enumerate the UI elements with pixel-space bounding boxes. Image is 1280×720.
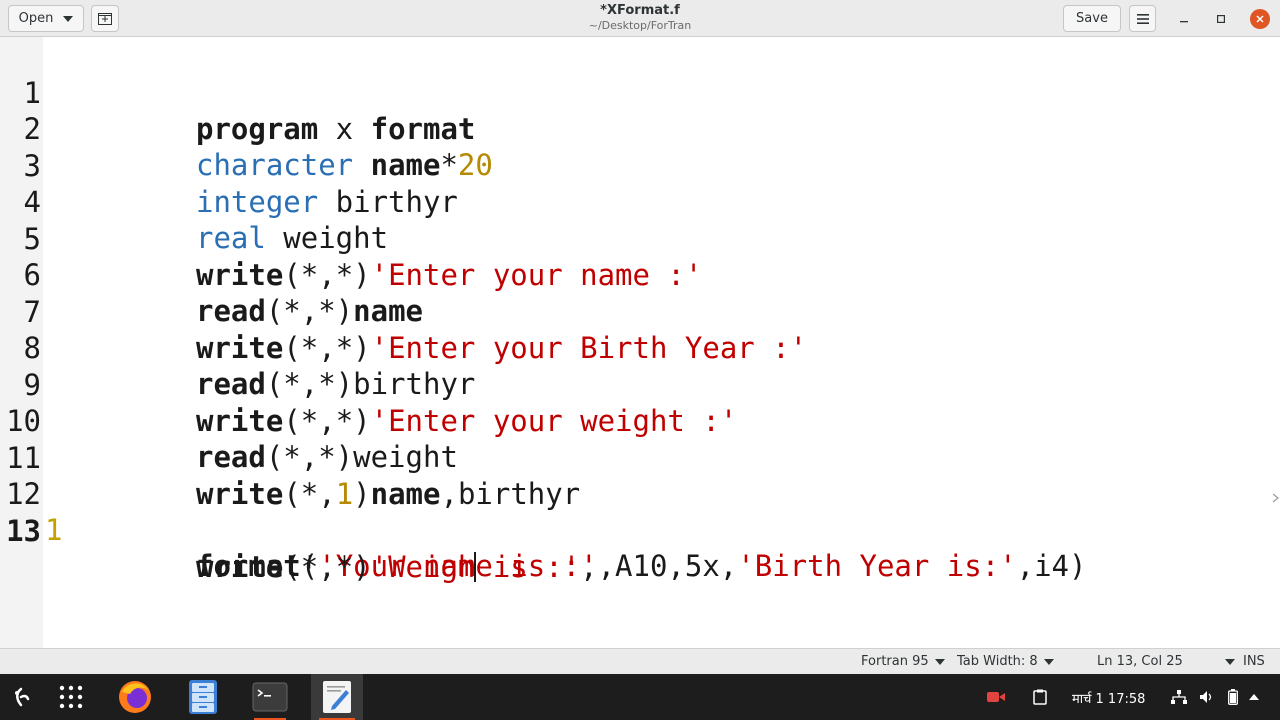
code-line: 1 program x format <box>0 39 1280 146</box>
insert-mode-indicator: INS <box>1243 654 1265 669</box>
code-line: 8 read(*,*)birthyr <box>0 294 1280 401</box>
clipboard-indicator[interactable] <box>1028 674 1052 720</box>
language-label: Fortran 95 <box>861 654 929 669</box>
network-icon <box>1171 690 1187 704</box>
speaker-icon <box>1200 691 1212 703</box>
open-button[interactable]: Open <box>8 5 84 32</box>
screen-recording-indicator[interactable] <box>984 674 1008 720</box>
terminal-launcher[interactable] <box>246 674 294 720</box>
code-line: 9 write(*,*)'Enter your weight :' <box>0 331 1280 438</box>
volume-indicator[interactable] <box>1196 674 1218 720</box>
window-title: *XFormat.f <box>600 3 680 18</box>
open-label: Open <box>18 11 54 26</box>
window-title-area: *XFormat.f ~/Desktop/ForTran <box>440 3 840 32</box>
cursor-position-label: Ln 13, Col 25 <box>1097 654 1183 669</box>
show-applications-button[interactable] <box>52 674 90 720</box>
video-camera-icon <box>987 692 1005 702</box>
code-line: 3 integer birthyr <box>0 112 1280 219</box>
minimize-button[interactable] <box>1174 9 1194 29</box>
files-launcher[interactable] <box>180 674 226 720</box>
network-indicator[interactable] <box>1168 674 1190 720</box>
maximize-icon <box>1217 15 1225 23</box>
clock[interactable]: मार्च 1 17:58 <box>1072 689 1145 707</box>
app-grid-icon <box>59 685 83 709</box>
code-line: 5 write(*,*)'Enter your name :' <box>0 185 1280 292</box>
code-line-current: 13 write(*,*)'Weigh is :', <box>0 477 1280 584</box>
text-editor-icon <box>323 681 351 713</box>
terminal-icon <box>252 682 288 712</box>
header-bar: Open *XFormat.f ~/Desktop/ForTran Save <box>0 0 1280 37</box>
maximize-button[interactable] <box>1211 9 1231 29</box>
activities-icon <box>15 687 30 707</box>
chevron-up-icon <box>1249 694 1259 700</box>
code-line: 4 real weight <box>0 148 1280 255</box>
cursor-position-selector[interactable]: Ln 13, Col 25 <box>1097 654 1235 669</box>
new-document-button[interactable] <box>91 5 119 32</box>
text-editor-launcher[interactable] <box>311 674 363 720</box>
insert-mode-label: INS <box>1243 654 1265 669</box>
activities-button[interactable] <box>6 674 36 720</box>
firefox-icon <box>119 681 151 713</box>
clipboard-icon <box>1033 689 1047 705</box>
new-tab-icon <box>98 12 112 25</box>
close-window-button[interactable] <box>1250 9 1270 29</box>
firefox-launcher[interactable] <box>112 674 158 720</box>
line-text: write(*,*)'Weigh is :', <box>196 550 598 584</box>
code-line: 10 read(*,*)weight <box>0 367 1280 474</box>
taskbar: मार्च 1 17:58 <box>0 674 1280 720</box>
code-editor[interactable]: 1 program x format 2 character name*20 3… <box>0 37 1280 648</box>
overflow-indicator-icon <box>1272 493 1279 503</box>
files-cabinet-icon <box>189 680 217 714</box>
chevron-down-icon <box>1224 658 1235 665</box>
code-line: 12 1 format('Your name is :',A10,5x,'Bir… <box>0 440 1280 583</box>
chevron-down-icon <box>1043 658 1054 665</box>
close-icon <box>1256 15 1264 23</box>
window-subtitle: ~/Desktop/ForTran <box>588 19 692 32</box>
tab-width-selector[interactable]: Tab Width: 8 <box>957 654 1054 669</box>
battery-indicator[interactable] <box>1222 674 1244 720</box>
hamburger-menu-button[interactable] <box>1129 5 1156 32</box>
save-button[interactable]: Save <box>1063 5 1121 32</box>
chevron-down-icon <box>63 15 74 22</box>
battery-icon <box>1228 689 1238 705</box>
line-number: 13 <box>6 514 41 548</box>
code-line: 6 read(*,*)name <box>0 221 1280 328</box>
code-line: 7 write(*,*)'Enter your Birth Year :' <box>0 258 1280 365</box>
code-line: 11 write(*,1)name,birthyr <box>0 404 1280 511</box>
minimize-icon <box>1180 21 1188 23</box>
tab-width-label: Tab Width: 8 <box>957 654 1038 669</box>
chevron-down-icon <box>934 658 945 665</box>
hamburger-icon <box>1136 13 1149 24</box>
status-bar: Fortran 95 Tab Width: 8 Ln 13, Col 25 IN… <box>0 648 1280 674</box>
code-line: 2 character name*20 <box>0 75 1280 182</box>
language-selector[interactable]: Fortran 95 <box>861 654 945 669</box>
system-menu-button[interactable] <box>1244 674 1264 720</box>
